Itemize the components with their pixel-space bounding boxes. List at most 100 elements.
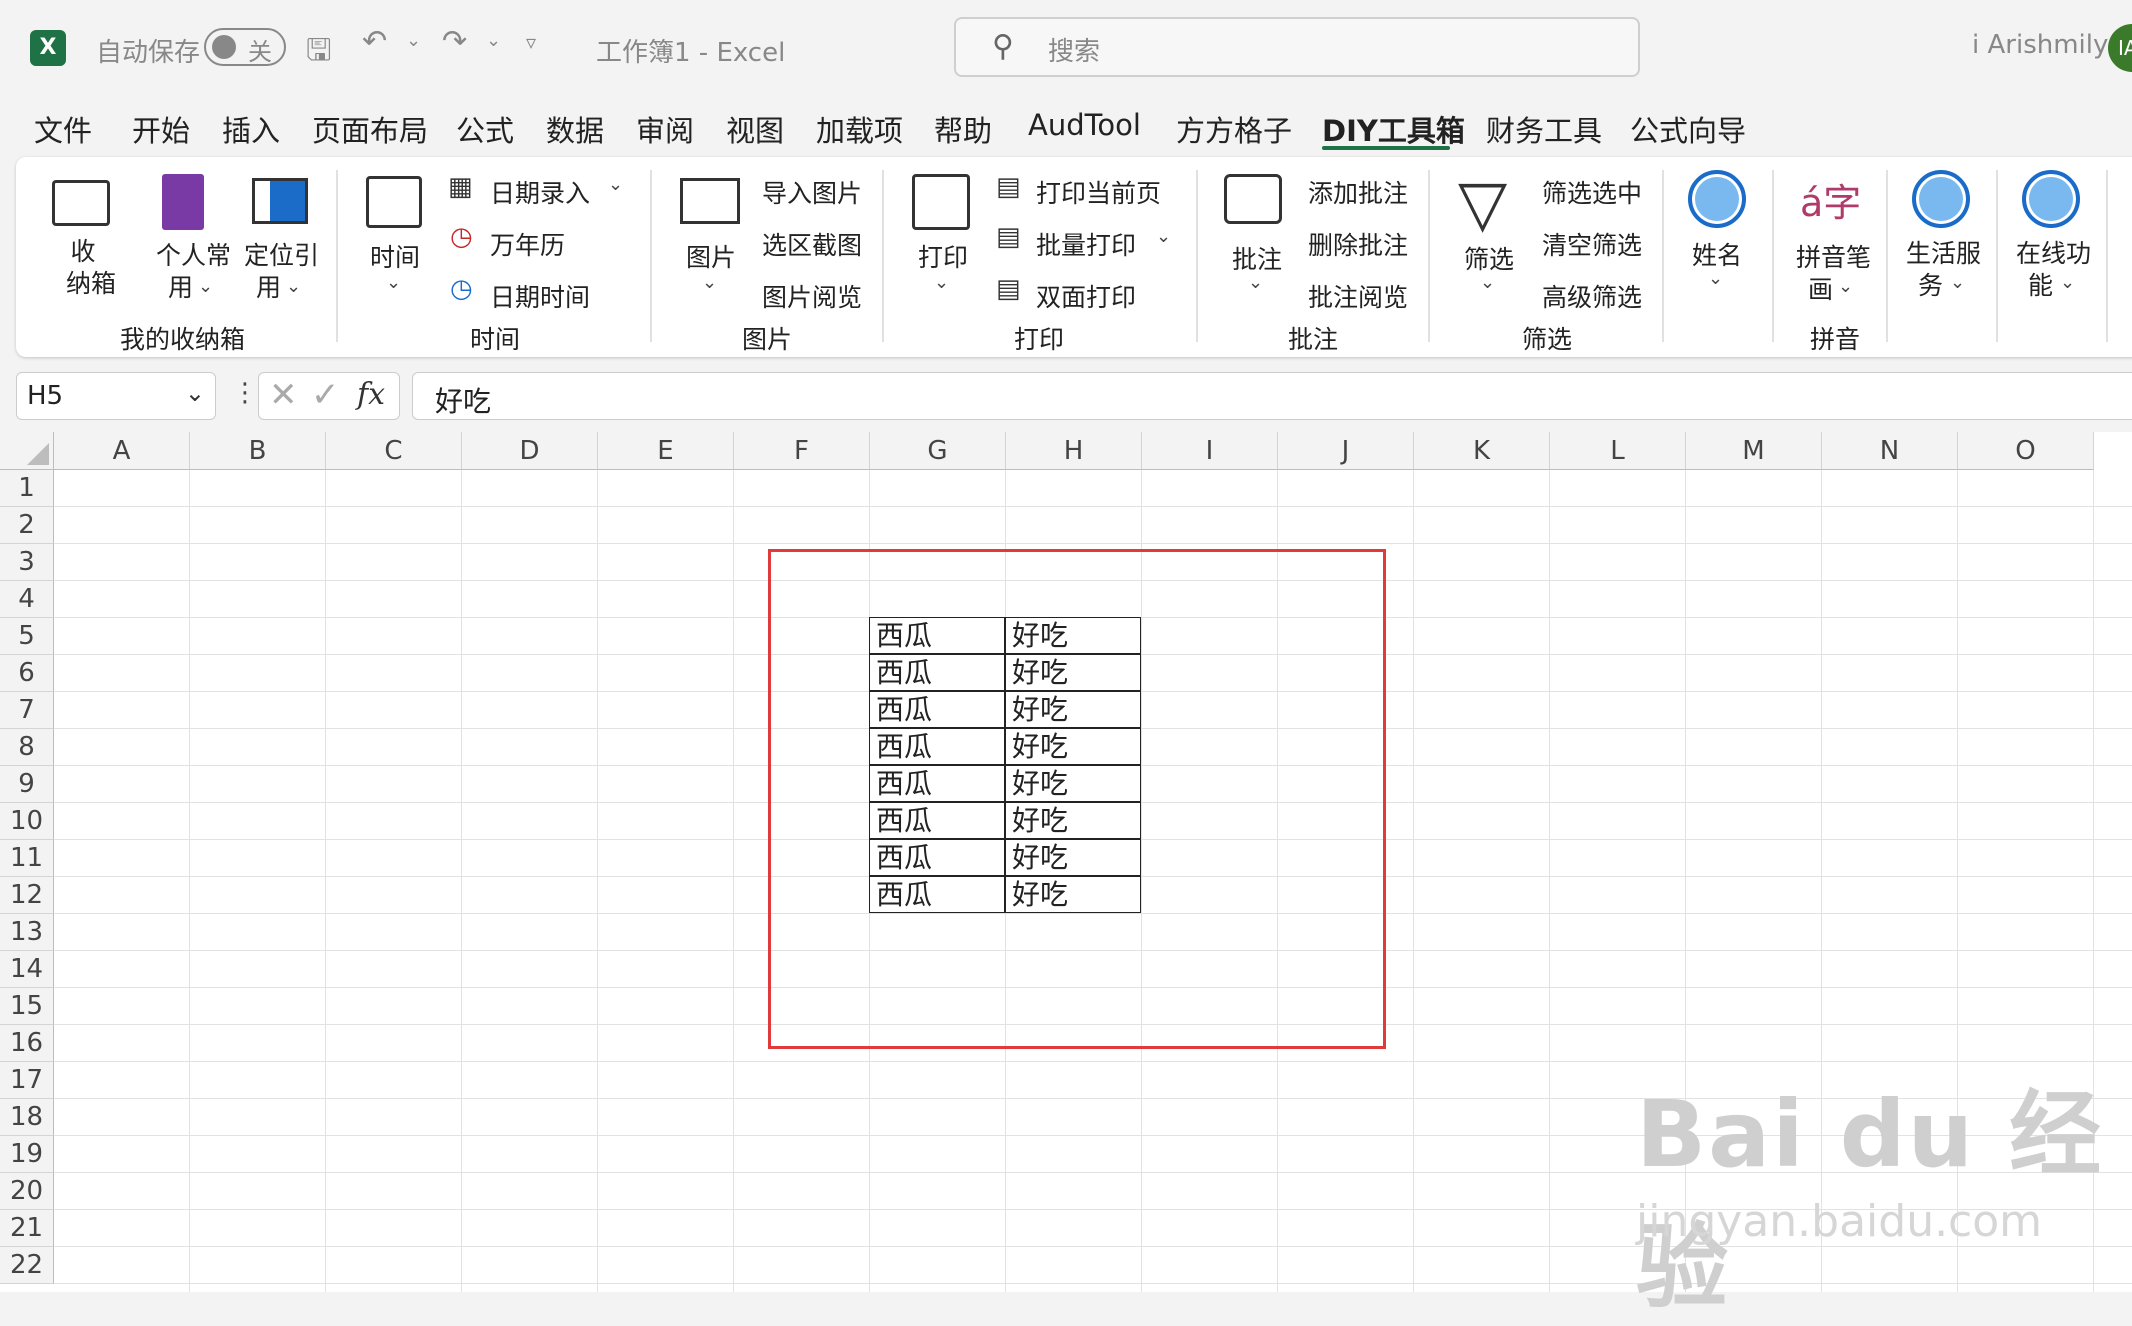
column-header-h[interactable]: H [1006, 432, 1142, 470]
row-header-7[interactable]: 7 [0, 692, 54, 729]
tab-fangfang[interactable]: 方方格子 [1176, 108, 1292, 150]
row-header-2[interactable]: 2 [0, 507, 54, 544]
redo-icon[interactable]: ↷ [442, 24, 467, 59]
filter-selected-button[interactable]: 筛选选中 [1542, 174, 1642, 210]
column-header-a[interactable]: A [54, 432, 190, 470]
formula-input[interactable]: 好吃 [412, 372, 2132, 420]
column-header-b[interactable]: B [190, 432, 326, 470]
row-header-21[interactable]: 21 [0, 1210, 54, 1247]
row-header-9[interactable]: 9 [0, 766, 54, 803]
picture-view-button[interactable]: 图片阅览 [762, 278, 862, 314]
picture-button[interactable]: 图片 [686, 238, 736, 274]
advanced-filter-button[interactable]: 高级筛选 [1542, 278, 1642, 314]
row-header-12[interactable]: 12 [0, 877, 54, 914]
life-service-button[interactable]: 生活服 [1906, 234, 1981, 270]
user-name[interactable]: i Arishmily [1972, 30, 2108, 60]
locate-reference-button[interactable]: 定位引 [244, 236, 319, 272]
row-header-1[interactable]: 1 [0, 470, 54, 507]
column-header-n[interactable]: N [1822, 432, 1958, 470]
date-entry-button[interactable]: 日期录入 [490, 174, 590, 210]
select-all-corner[interactable] [0, 432, 54, 470]
add-comment-button[interactable]: 添加批注 [1308, 174, 1408, 210]
name-button[interactable]: 姓名 [1692, 236, 1742, 272]
column-header-m[interactable]: M [1686, 432, 1822, 470]
locate-reference-button-line2[interactable]: 用 [256, 268, 281, 304]
row-header-22[interactable]: 22 [0, 1247, 54, 1284]
print-current-page-button[interactable]: 打印当前页 [1036, 174, 1161, 210]
chevron-down-icon[interactable]: ⌄ [185, 379, 205, 407]
personal-common-button[interactable]: 个人常 [156, 236, 231, 272]
life-service-button-line2[interactable]: 务 [1918, 266, 1943, 302]
comment-button[interactable]: 批注 [1232, 240, 1282, 276]
tab-data[interactable]: 数据 [546, 108, 604, 150]
search-box[interactable]: ⚲ 搜索 [954, 17, 1640, 77]
autosave-toggle[interactable]: 关 [204, 28, 286, 66]
row-header-3[interactable]: 3 [0, 544, 54, 581]
row-header-15[interactable]: 15 [0, 988, 54, 1025]
storage-box-button[interactable]: 收 纳箱 [66, 236, 116, 300]
print-button[interactable]: 打印 [918, 238, 968, 274]
column-header-e[interactable]: E [598, 432, 734, 470]
more-options-icon[interactable]: ⋮ [232, 378, 258, 408]
tab-review[interactable]: 审阅 [636, 108, 694, 150]
perpetual-calendar-button[interactable]: 万年历 [490, 226, 565, 262]
column-header-d[interactable]: D [462, 432, 598, 470]
tab-help[interactable]: 帮助 [934, 108, 992, 150]
column-header-i[interactable]: I [1142, 432, 1278, 470]
row-header-16[interactable]: 16 [0, 1025, 54, 1062]
undo-dropdown-icon[interactable]: ⌄ [406, 30, 421, 51]
chevron-down-icon[interactable]: ⌄ [608, 174, 623, 195]
tab-view[interactable]: 视图 [726, 108, 784, 150]
clear-filter-button[interactable]: 清空筛选 [1542, 226, 1642, 262]
tab-page-layout[interactable]: 页面布局 [312, 108, 428, 150]
row-header-14[interactable]: 14 [0, 951, 54, 988]
delete-comment-button[interactable]: 删除批注 [1308, 226, 1408, 262]
column-header-k[interactable]: K [1414, 432, 1550, 470]
filter-button[interactable]: 筛选 [1464, 240, 1514, 276]
tab-addins[interactable]: 加载项 [816, 108, 903, 150]
column-header-j[interactable]: J [1278, 432, 1414, 470]
cancel-icon[interactable]: ✕ [269, 375, 298, 415]
enter-check-icon[interactable]: ✓ [311, 375, 340, 415]
undo-icon[interactable]: ↶ [362, 24, 387, 59]
row-header-18[interactable]: 18 [0, 1099, 54, 1136]
pinyin-stroke-button[interactable]: 拼音笔 [1796, 238, 1871, 274]
row-header-11[interactable]: 11 [0, 840, 54, 877]
tab-finance-tools[interactable]: 财务工具 [1486, 108, 1602, 150]
tab-home[interactable]: 开始 [132, 108, 190, 150]
batch-print-button[interactable]: 批量打印 [1036, 226, 1136, 262]
column-header-c[interactable]: C [326, 432, 462, 470]
row-header-13[interactable]: 13 [0, 914, 54, 951]
tab-insert[interactable]: 插入 [222, 108, 280, 150]
tab-formula-wizard[interactable]: 公式向导 [1630, 108, 1746, 150]
import-picture-button[interactable]: 导入图片 [762, 174, 862, 210]
tab-file[interactable]: 文件 [34, 108, 92, 150]
customize-icon[interactable]: ▿ [526, 30, 536, 54]
name-box[interactable]: H5 ⌄ [16, 372, 216, 420]
view-comment-button[interactable]: 批注阅览 [1308, 278, 1408, 314]
redo-dropdown-icon[interactable]: ⌄ [486, 30, 501, 51]
row-header-4[interactable]: 4 [0, 581, 54, 618]
insert-function-icon[interactable]: fx [357, 377, 385, 412]
time-button[interactable]: 时间 [370, 238, 420, 274]
column-header-g[interactable]: G [870, 432, 1006, 470]
chevron-down-icon[interactable]: ⌄ [1156, 226, 1171, 247]
row-header-5[interactable]: 5 [0, 618, 54, 655]
column-header-o[interactable]: O [1958, 432, 2094, 470]
row-header-8[interactable]: 8 [0, 729, 54, 766]
selection-screenshot-button[interactable]: 选区截图 [762, 226, 862, 262]
row-header-10[interactable]: 10 [0, 803, 54, 840]
row-header-6[interactable]: 6 [0, 655, 54, 692]
row-header-19[interactable]: 19 [0, 1136, 54, 1173]
column-header-l[interactable]: L [1550, 432, 1686, 470]
online-function-button[interactable]: 在线功 [2016, 234, 2091, 270]
column-header-f[interactable]: F [734, 432, 870, 470]
tab-formulas[interactable]: 公式 [456, 108, 514, 150]
date-time-button[interactable]: 日期时间 [490, 278, 590, 314]
save-icon[interactable]: 🖫 [306, 28, 332, 79]
row-header-17[interactable]: 17 [0, 1062, 54, 1099]
tab-audtool[interactable]: AudTool [1028, 108, 1141, 142]
tab-diy-toolbox[interactable]: DIY工具箱 [1322, 108, 1465, 150]
online-function-button-line2[interactable]: 能 [2028, 266, 2053, 302]
duplex-print-button[interactable]: 双面打印 [1036, 278, 1136, 314]
